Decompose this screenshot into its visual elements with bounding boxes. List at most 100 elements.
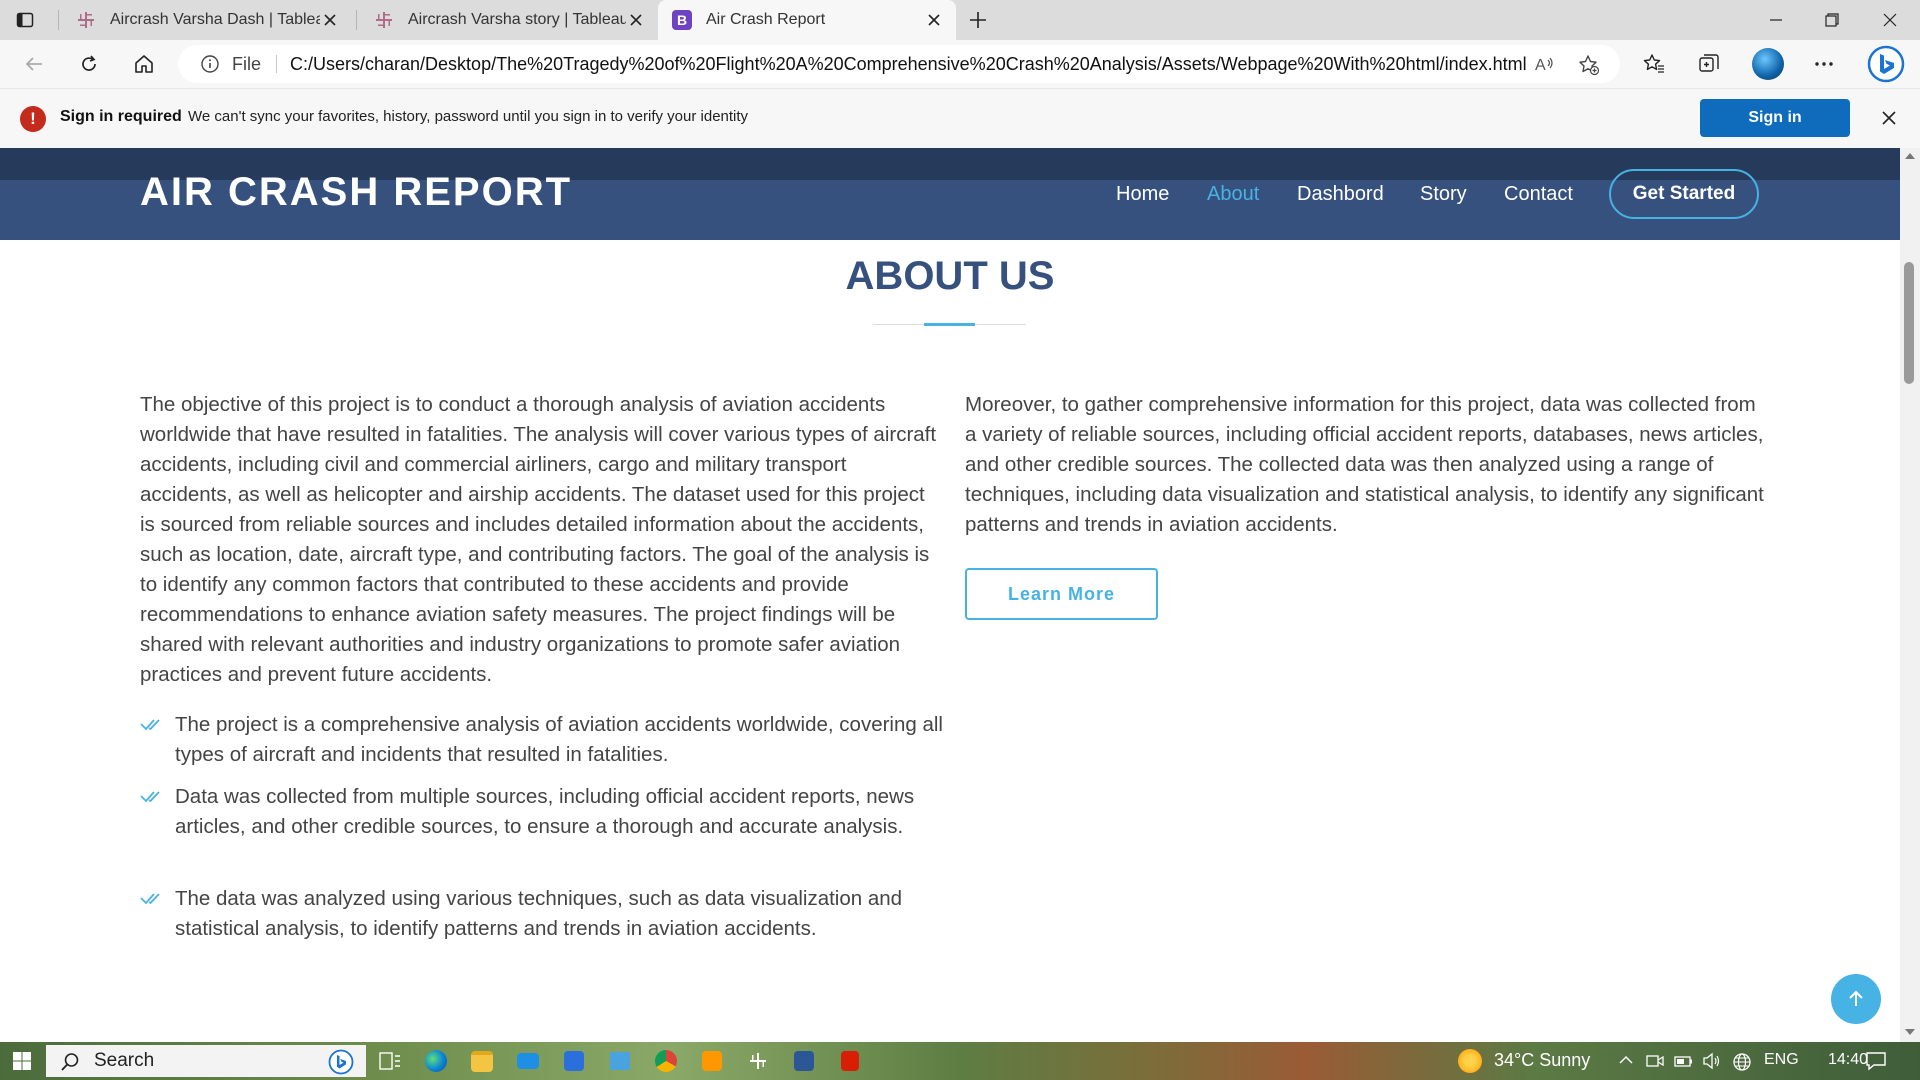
arrow-up-icon xyxy=(1849,990,1863,1006)
site-logo[interactable]: AIR CRASH REPORT xyxy=(140,170,572,215)
new-tab-button[interactable] xyxy=(960,0,996,40)
address-bar[interactable]: File C:/Users/charan/Desktop/The%20Trage… xyxy=(178,45,1620,83)
nav-story[interactable]: Story xyxy=(1420,183,1467,206)
nav-contact[interactable]: Contact xyxy=(1504,183,1573,206)
word-icon xyxy=(794,1051,814,1071)
sign-in-button[interactable]: Sign in xyxy=(1700,99,1850,137)
plus-icon xyxy=(970,12,986,28)
home-button[interactable] xyxy=(126,46,162,82)
tab-close-icon[interactable] xyxy=(924,10,944,30)
sublime-icon xyxy=(702,1051,722,1071)
double-check-icon xyxy=(140,719,160,731)
chrome-button[interactable] xyxy=(652,1047,680,1075)
tab-tableau-dash[interactable]: Aircrash Varsha Dash | Tableau Pu xyxy=(62,0,352,40)
back-button[interactable] xyxy=(16,46,52,82)
get-started-button[interactable]: Get Started xyxy=(1609,169,1759,219)
site-header: AIR CRASH REPORT Home About Dashbord Sto… xyxy=(0,148,1900,240)
word-button[interactable] xyxy=(790,1047,818,1075)
network-app-button[interactable] xyxy=(606,1047,634,1075)
scroll-up-icon[interactable] xyxy=(1905,152,1915,160)
tableau-taskbar-button[interactable] xyxy=(744,1047,772,1075)
nav-dashbord[interactable]: Dashbord xyxy=(1297,183,1384,206)
svg-text:A: A xyxy=(1535,57,1546,74)
tab-tableau-story[interactable]: Aircrash Varsha story | Tableau Pu xyxy=(360,0,658,40)
infobar-close-button[interactable] xyxy=(1878,107,1900,129)
learn-more-button[interactable]: Learn More xyxy=(965,568,1158,620)
tab-title: Aircrash Varsha Dash | Tableau Pu xyxy=(110,11,320,28)
meet-now-icon[interactable] xyxy=(1646,1052,1664,1070)
about-left-paragraph: The objective of this project is to cond… xyxy=(140,393,937,686)
bootstrap-b-icon: B xyxy=(672,10,692,30)
edge-taskbar-button[interactable] xyxy=(422,1047,450,1075)
language-indicator[interactable]: ENG xyxy=(1764,1051,1799,1069)
chrome-icon xyxy=(655,1050,677,1072)
taskbar-search[interactable]: Search xyxy=(46,1045,366,1077)
store-button[interactable] xyxy=(560,1047,588,1075)
edge-icon xyxy=(425,1050,447,1072)
mail-button[interactable] xyxy=(514,1047,542,1075)
favorites-icon xyxy=(1643,54,1664,73)
chevron-up-icon[interactable] xyxy=(1618,1052,1634,1068)
add-favorite-icon[interactable] xyxy=(1578,54,1600,76)
scroll-down-icon[interactable] xyxy=(1905,1028,1915,1036)
refresh-icon xyxy=(82,55,96,71)
tab-actions-button[interactable] xyxy=(0,0,50,40)
clock[interactable]: 14:40 xyxy=(1828,1051,1868,1069)
sublime-button[interactable] xyxy=(698,1047,726,1075)
tab-title: Aircrash Varsha story | Tableau Pu xyxy=(408,11,626,28)
system-tray: 34°C Sunny ENG 14:40 xyxy=(1450,1042,1920,1080)
refresh-button[interactable] xyxy=(71,46,107,82)
page-viewport: AIR CRASH REPORT Home About Dashbord Sto… xyxy=(0,148,1920,1042)
tab-air-crash-report[interactable]: B Air Crash Report xyxy=(658,0,956,40)
page-scrollbar[interactable] xyxy=(1900,148,1920,1042)
tab-close-icon[interactable] xyxy=(320,10,340,30)
profile-avatar[interactable] xyxy=(1752,48,1784,80)
store-icon xyxy=(564,1051,584,1071)
mail-icon xyxy=(517,1053,539,1069)
tableau-icon xyxy=(78,12,94,28)
read-aloud-icon[interactable]: A xyxy=(1534,54,1556,74)
start-button[interactable] xyxy=(0,1042,44,1080)
task-view-icon xyxy=(379,1052,400,1070)
weather-text[interactable]: 34°C Sunny xyxy=(1494,1050,1590,1071)
globe-icon[interactable] xyxy=(1732,1052,1752,1072)
info-icon[interactable] xyxy=(200,54,220,74)
bing-chat-button[interactable] xyxy=(1866,44,1906,84)
minimize-icon xyxy=(1770,19,1782,21)
tab-close-icon[interactable] xyxy=(626,10,646,30)
folder-icon xyxy=(471,1050,493,1072)
minimize-button[interactable] xyxy=(1748,0,1804,40)
favorites-button[interactable] xyxy=(1636,46,1672,82)
list-item-text: The project is a comprehensive analysis … xyxy=(175,713,943,766)
nav-home[interactable]: Home xyxy=(1116,183,1169,206)
volume-icon[interactable] xyxy=(1702,1052,1722,1070)
double-check-icon xyxy=(140,893,160,905)
tab-actions-icon xyxy=(16,12,34,28)
double-check-icon xyxy=(140,791,160,803)
address-divider xyxy=(276,55,277,73)
restore-button[interactable] xyxy=(1804,0,1860,40)
notification-icon[interactable] xyxy=(1865,1050,1887,1072)
scrollbar-thumb[interactable] xyxy=(1904,262,1914,384)
settings-menu-button[interactable] xyxy=(1806,46,1842,82)
collections-icon xyxy=(1699,54,1719,72)
infobar-title: Sign in required xyxy=(60,108,182,125)
list-item-text: The data was analyzed using various tech… xyxy=(175,887,903,940)
more-dots-icon xyxy=(1815,62,1833,66)
nav-about[interactable]: About xyxy=(1207,183,1259,206)
back-to-top-button[interactable] xyxy=(1831,974,1881,1024)
collections-button[interactable] xyxy=(1691,46,1727,82)
sun-icon[interactable] xyxy=(1458,1049,1482,1073)
search-icon xyxy=(61,1053,79,1071)
bing-icon xyxy=(1867,45,1905,83)
task-view-button[interactable] xyxy=(376,1047,404,1075)
close-icon xyxy=(1883,13,1897,27)
tableau-icon xyxy=(750,1053,766,1069)
acrobat-button[interactable] xyxy=(836,1047,864,1075)
file-explorer-button[interactable] xyxy=(468,1047,496,1075)
close-window-button[interactable] xyxy=(1862,0,1918,40)
battery-icon[interactable] xyxy=(1674,1052,1694,1070)
url-text[interactable]: C:/Users/charan/Desktop/The%20Tragedy%20… xyxy=(290,54,1527,75)
title-underline-accent xyxy=(924,323,975,326)
about-right-paragraph: Moreover, to gather comprehensive inform… xyxy=(965,393,1764,536)
